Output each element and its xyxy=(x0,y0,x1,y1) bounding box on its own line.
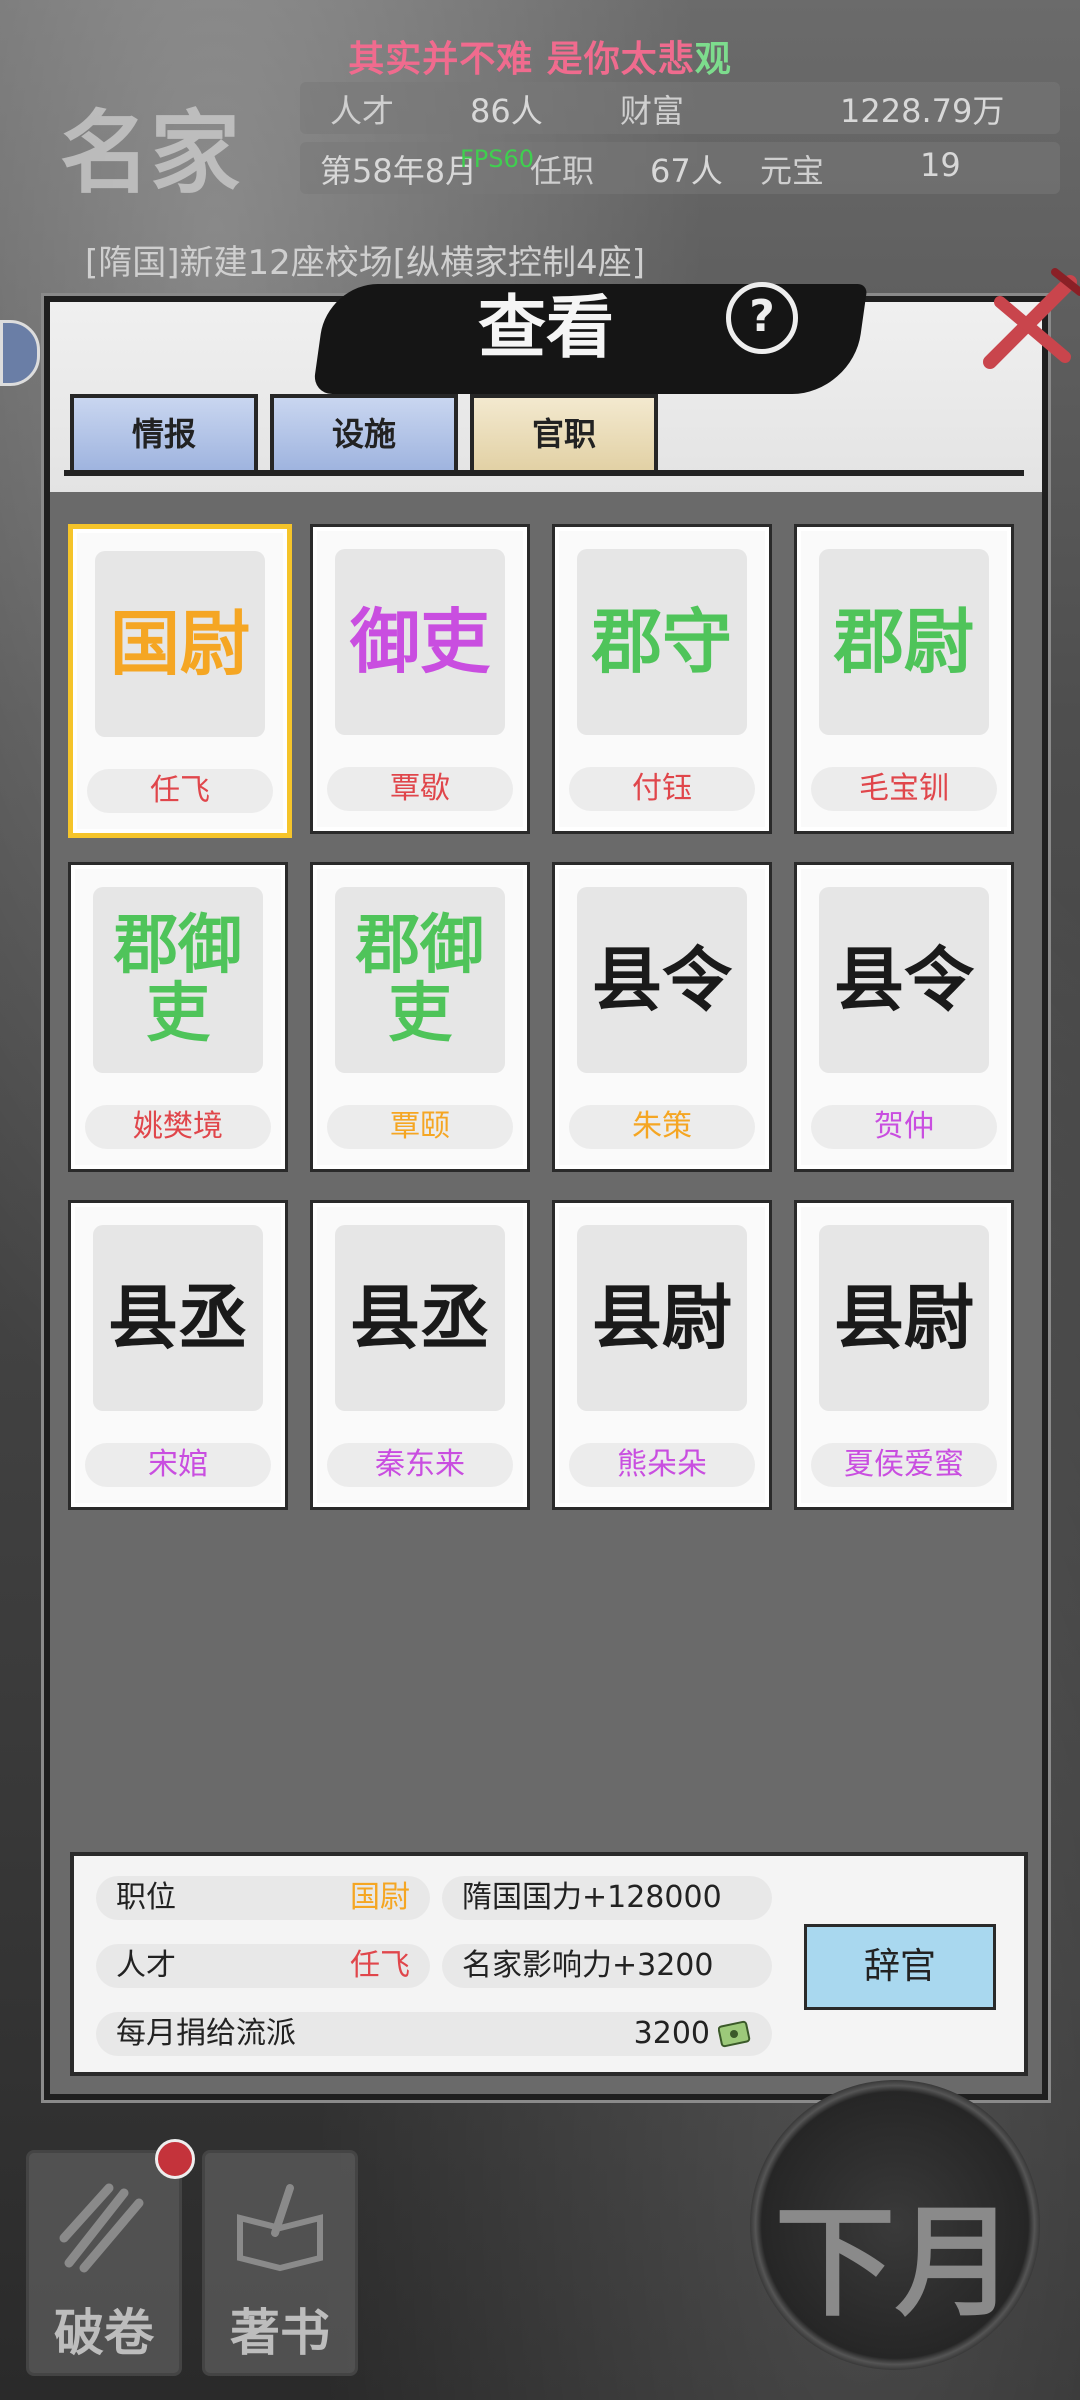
bonus-influence: 名家影响力+3200 xyxy=(442,1944,772,1988)
help-icon[interactable]: ? xyxy=(726,282,798,354)
talent-row: 人才 任飞 xyxy=(96,1944,430,1988)
office-label: 任职 xyxy=(530,152,595,190)
office-title: 郡御吏 xyxy=(335,887,505,1073)
official-card[interactable]: 县尉 夏侯爱蜜 xyxy=(794,1200,1014,1510)
position-value: 国尉 xyxy=(350,1880,410,1915)
header-stats: 人才 86人 财富 1228.79万 第58年8月 任职 67人 元宝 19 xyxy=(300,82,1060,202)
official-card[interactable]: 县丞 宋婠 xyxy=(68,1200,288,1510)
official-card[interactable]: 郡御吏 覃颐 xyxy=(310,862,530,1172)
office-title: 县尉 xyxy=(577,1225,747,1411)
official-name: 秦东来 xyxy=(327,1443,513,1487)
talent-label: 人才 xyxy=(330,92,395,130)
wealth-value: 1228.79万 xyxy=(840,92,1005,130)
official-card[interactable]: 县尉 熊朵朵 xyxy=(552,1200,772,1510)
wealth-label: 财富 xyxy=(620,92,685,130)
ingot-value: 19 xyxy=(920,146,961,184)
tab-intel[interactable]: 情报 xyxy=(70,394,258,474)
pojuan-button[interactable]: 破卷 xyxy=(26,2139,195,2376)
monthly-donation-row: 每月捐给流派 3200 xyxy=(96,2012,772,2056)
office-title: 县尉 xyxy=(819,1225,989,1411)
office-title: 郡尉 xyxy=(819,549,989,735)
official-name: 朱策 xyxy=(569,1105,755,1149)
talent-row-label: 人才 xyxy=(116,1948,176,1983)
official-card[interactable]: 国尉 任飞 xyxy=(68,524,292,838)
tab-underline xyxy=(64,470,1024,476)
school-logo: 名家 xyxy=(60,100,240,206)
official-name: 夏侯爱蜜 xyxy=(811,1443,997,1487)
office-value: 67人 xyxy=(650,152,723,190)
official-name: 覃歇 xyxy=(327,767,513,811)
official-card[interactable]: 县丞 秦东来 xyxy=(310,1200,530,1510)
ingot-label: 元宝 xyxy=(760,152,825,190)
close-icon[interactable] xyxy=(970,262,1080,382)
office-title: 国尉 xyxy=(95,551,265,737)
position-label: 职位 xyxy=(116,1880,176,1915)
official-name: 姚樊境 xyxy=(85,1105,271,1149)
official-card[interactable]: 郡守 付钰 xyxy=(552,524,772,834)
talent-value: 86人 xyxy=(470,92,543,130)
info-box: 职位 国尉 人才 任飞 隋国国力+128000 名家影响力+3200 每月捐给流… xyxy=(70,1852,1028,2076)
office-title: 县丞 xyxy=(335,1225,505,1411)
monthly-label: 每月捐给流派 xyxy=(116,2016,296,2051)
tab-offices[interactable]: 官职 xyxy=(470,394,658,474)
view-panel: 查看 ? 情报 设施 官职 国尉 任飞 御吏 覃歇 郡守 付钰 郡尉 毛宝钏 郡御吏 姚樊境 郡御吏… xyxy=(44,268,1080,2100)
official-name: 任飞 xyxy=(87,769,273,813)
office-title: 御吏 xyxy=(335,549,505,735)
resign-button[interactable]: 辞官 xyxy=(804,1924,996,2010)
money-icon xyxy=(718,2020,751,2048)
official-name: 毛宝钏 xyxy=(811,767,997,811)
official-card[interactable]: 县令 朱策 xyxy=(552,862,772,1172)
monthly-value: 3200 xyxy=(633,2016,710,2051)
office-title: 郡御吏 xyxy=(93,887,263,1073)
official-name: 宋婠 xyxy=(85,1443,271,1487)
official-name: 熊朵朵 xyxy=(569,1443,755,1487)
official-name: 付钰 xyxy=(569,767,755,811)
panel-title: 查看 xyxy=(477,288,614,368)
office-title: 县令 xyxy=(577,887,747,1073)
tab-facilities[interactable]: 设施 xyxy=(270,394,458,474)
next-month-label: 下月 xyxy=(775,2192,1015,2333)
official-name: 贺仲 xyxy=(811,1105,997,1149)
position-row: 职位 国尉 xyxy=(96,1876,430,1920)
office-title: 县丞 xyxy=(93,1225,263,1411)
bonus-national-power: 隋国国力+128000 xyxy=(442,1876,772,1920)
book-brush-icon xyxy=(237,2184,323,2272)
next-month-button[interactable]: 下月 xyxy=(750,2080,1040,2370)
zhushu-label: 著书 xyxy=(230,2303,330,2362)
pojuan-label: 破卷 xyxy=(54,2303,154,2362)
official-name: 覃颐 xyxy=(327,1105,513,1149)
notification-dot xyxy=(155,2139,195,2179)
office-title: 郡守 xyxy=(577,549,747,735)
top-banner: 其实并不难 是你太悲观 xyxy=(348,39,732,80)
zhushu-button[interactable]: 著书 xyxy=(202,2150,358,2376)
official-card[interactable]: 县令 贺仲 xyxy=(794,862,1014,1172)
official-card[interactable]: 郡尉 毛宝钏 xyxy=(794,524,1014,834)
game-date: 第58年8月 xyxy=(320,152,478,190)
official-card[interactable]: 郡御吏 姚樊境 xyxy=(68,862,288,1172)
talent-row-value: 任飞 xyxy=(350,1948,410,1983)
scroll-icon xyxy=(59,2183,144,2273)
official-card[interactable]: 御吏 覃歇 xyxy=(310,524,530,834)
office-title: 县令 xyxy=(819,887,989,1073)
fps-counter: FPS60 xyxy=(460,145,535,173)
